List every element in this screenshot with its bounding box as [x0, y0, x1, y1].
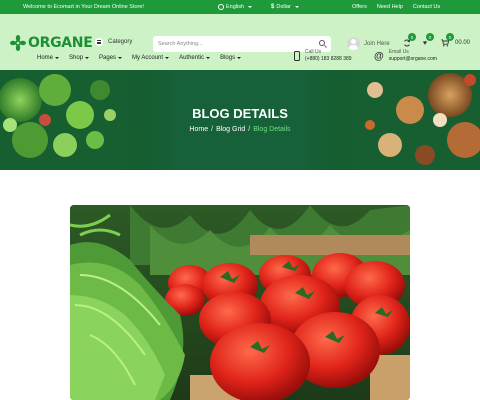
leaf-logo-icon: [10, 35, 26, 51]
cart-button[interactable]: 0: [440, 33, 454, 48]
email-icon: @: [374, 50, 384, 62]
nav-item-home[interactable]: Home: [37, 55, 60, 61]
cart-count: 0: [446, 33, 454, 41]
need-help-link[interactable]: Need Help: [377, 4, 403, 10]
breadcrumb-current: Blog Details: [253, 126, 291, 133]
currency-selector[interactable]: $ Dollar: [271, 4, 299, 10]
phone-icon: [294, 51, 300, 61]
join-here-label: Join Here: [364, 40, 390, 47]
tomatoes-photo: [70, 205, 410, 400]
wishlist-button[interactable]: ♥ 0: [420, 33, 434, 48]
nav-item-blogs[interactable]: Blogs: [220, 55, 242, 61]
call-us-label: Call Us: [305, 49, 322, 55]
language-selector[interactable]: English: [218, 4, 253, 10]
nav-label: Pages: [99, 55, 117, 61]
call-us-block[interactable]: Call Us (+880) 183 8288 389: [294, 49, 352, 63]
email-address: support@organe.com: [388, 56, 437, 62]
breadcrumb-home[interactable]: Home: [189, 126, 208, 133]
compare-button[interactable]: 0: [402, 33, 416, 48]
top-links: Offers Need Help Contact Us: [352, 4, 440, 10]
welcome-text: Welcome to Ecomart in Your Dream Online …: [23, 4, 144, 10]
heart-icon: ♥: [422, 39, 428, 47]
breadcrumb: Home / Blog Grid / Blog Details: [0, 126, 480, 133]
chevron-down-icon: [237, 57, 242, 59]
main-nav: Home Shop Pages My Account Authentic Blo…: [37, 55, 242, 61]
globe-icon: [218, 4, 224, 10]
search-placeholder: Search Anything...: [158, 41, 203, 47]
chevron-down-icon: [294, 6, 299, 8]
chevron-down-icon: [206, 57, 211, 59]
chevron-down-icon: [165, 57, 170, 59]
blog-featured-image: [70, 205, 410, 400]
contact-us-link[interactable]: Contact Us: [413, 4, 440, 10]
email-us-block[interactable]: @ Email Us support@organe.com: [374, 49, 437, 63]
breadcrumb-blog-grid[interactable]: Blog Grid: [216, 126, 245, 133]
menu-icon: [95, 38, 103, 46]
nav-label: Shop: [69, 55, 84, 61]
chevron-down-icon: [248, 6, 253, 8]
site-logo[interactable]: ORGANE: [9, 35, 93, 51]
dollar-icon: $: [271, 4, 275, 10]
cart-total: 00.00: [455, 40, 471, 46]
main-header: ORGANE Category Search Anything... Join …: [0, 14, 480, 70]
nav-item-shop[interactable]: Shop: [69, 55, 90, 61]
page-title: BLOG DETAILS: [192, 106, 288, 121]
chevron-down-icon: [118, 57, 123, 59]
currency-label: Dollar: [276, 4, 291, 10]
category-label: Category: [108, 39, 133, 45]
nav-label: Home: [37, 55, 54, 61]
logo-text: ORGANE: [28, 35, 93, 51]
nav-label: My Account: [132, 55, 164, 61]
wishlist-count: 0: [426, 33, 434, 41]
chevron-down-icon: [85, 57, 90, 59]
email-us-text: Email Us support@organe.com: [389, 49, 437, 63]
nav-item-pages[interactable]: Pages: [99, 55, 123, 61]
top-bar: Welcome to Ecomart in Your Dream Online …: [0, 0, 480, 14]
chevron-down-icon: [55, 57, 60, 59]
category-button[interactable]: Category: [95, 38, 132, 46]
compare-count: 0: [408, 33, 416, 41]
phone-number: (+880) 183 8288 389: [305, 56, 352, 62]
offers-link[interactable]: Offers: [352, 4, 367, 10]
nav-label: Authentic: [179, 55, 205, 61]
language-label: English: [226, 4, 245, 10]
nav-item-authentic[interactable]: Authentic: [179, 55, 211, 61]
breadcrumb-separator: /: [211, 126, 214, 133]
breadcrumb-separator: /: [248, 126, 251, 133]
nav-label: Blogs: [220, 55, 236, 61]
search-icon[interactable]: [319, 40, 325, 46]
email-us-label: Email Us: [388, 49, 409, 55]
call-us-text: Call Us (+880) 183 8288 389: [305, 49, 352, 63]
nav-item-my-account[interactable]: My Account: [132, 55, 170, 61]
